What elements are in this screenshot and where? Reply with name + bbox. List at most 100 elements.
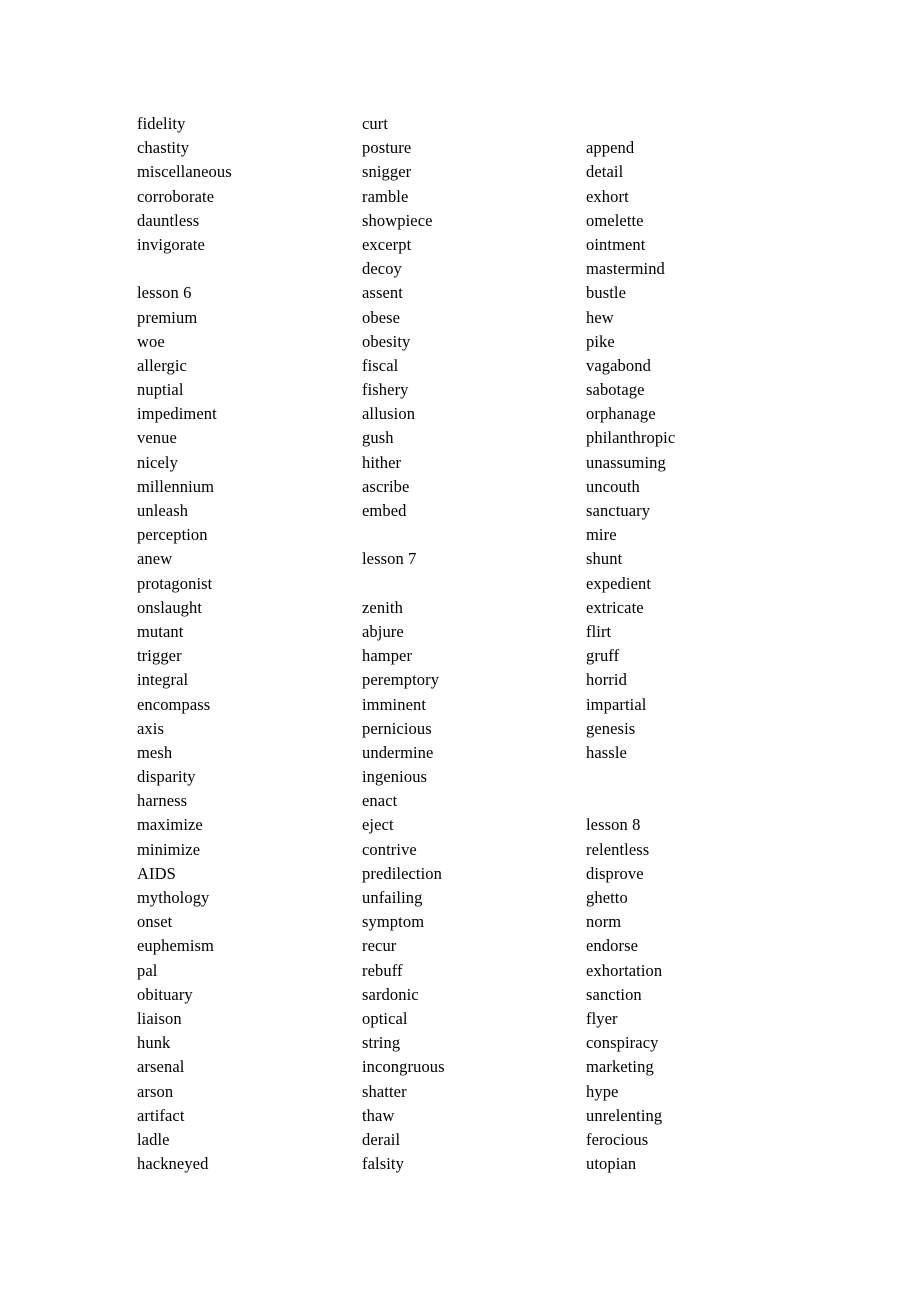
word-entry: arsenal [137, 1057, 185, 1077]
word-entry: obese [362, 307, 401, 327]
word-entry: zenith [362, 597, 403, 617]
word-entry: vagabond [586, 355, 651, 375]
word-entry: unrelenting [586, 1105, 663, 1125]
word-entry: assent [362, 283, 403, 303]
word-spacer [137, 257, 352, 281]
word-entry: incongruous [362, 1057, 445, 1077]
word-entry: unleash [137, 501, 189, 520]
word-column-3: append detail exhort omelette ointment master… [586, 112, 801, 1176]
word-entry: invigorate [137, 234, 205, 254]
word-entry: thaw [362, 1105, 395, 1125]
word-entry: hew [586, 307, 614, 327]
word-entry: abjure [362, 621, 404, 641]
word-entry: nicely [137, 452, 178, 472]
word-column-1: fidelity chastity miscellaneous corroborate… [137, 112, 352, 1176]
word-entry: eject [362, 815, 394, 835]
word-entry: disprove [586, 863, 644, 883]
word-entry: unassuming [586, 452, 666, 472]
word-entry: curt [362, 114, 389, 133]
word-entry: fidelity [137, 114, 186, 133]
word-entry: recur [362, 936, 397, 956]
word-entry: gush [362, 428, 394, 448]
word-entry: obituary [137, 984, 193, 1004]
word-entry: predilection [362, 863, 443, 883]
word-entry: genesis [586, 718, 636, 738]
word-entry: string [362, 1033, 401, 1053]
word-entry: chastity [137, 138, 190, 158]
word-entry: embed [362, 501, 407, 520]
word-entry: extricate [586, 597, 644, 617]
word-entry: expedient [586, 573, 652, 593]
word-entry: ghetto [586, 888, 628, 907]
word-entry: arson [137, 1081, 174, 1101]
word-entry: flirt [586, 621, 612, 641]
word-entry: millennium [137, 476, 215, 496]
word-entry: orphanage [586, 404, 656, 424]
word-entry: miscellaneous [137, 162, 232, 182]
word-entry: mesh [137, 742, 173, 762]
word-entry: rebuff [362, 960, 403, 980]
word-entry: unfailing [362, 888, 423, 907]
word-entry: lesson 7 [362, 549, 417, 569]
word-entry: AIDS [137, 863, 176, 883]
word-entry: integral [137, 670, 189, 690]
word-entry: anew [137, 549, 173, 569]
word-entry: lesson 6 [137, 283, 192, 303]
word-entry: ramble [362, 186, 409, 206]
word-entry: ingenious [362, 767, 428, 787]
word-entry: pernicious [362, 718, 432, 738]
word-entry: imminent [362, 694, 427, 714]
word-entry: optical [362, 1008, 408, 1028]
word-spacer [586, 112, 801, 136]
word-column-2: curt posture snigger ramble showpiece excerpt… [362, 112, 577, 1176]
word-entry: pal [137, 960, 158, 980]
word-entry: harness [137, 791, 188, 811]
word-entry: showpiece [362, 210, 433, 230]
word-entry: norm [586, 912, 622, 932]
word-entry: ferocious [586, 1129, 649, 1149]
word-entry: perception [137, 525, 208, 545]
word-entry: symptom [362, 912, 425, 932]
word-entry: allusion [362, 404, 416, 424]
word-entry: nuptial [137, 380, 184, 400]
word-entry: disparity [137, 767, 196, 787]
word-entry: hamper [362, 646, 413, 666]
word-entry: sardonic [362, 984, 419, 1004]
word-entry: axis [137, 718, 164, 738]
word-entry: pike [586, 331, 615, 351]
word-entry: shunt [586, 549, 623, 569]
word-entry: posture [362, 138, 412, 158]
word-entry: omelette [586, 210, 644, 230]
word-entry: onset [137, 912, 173, 932]
word-entry: decoy [362, 259, 402, 279]
word-entry: mythology [137, 888, 210, 907]
word-entry: peremptory [362, 670, 440, 690]
word-entry: excerpt [362, 234, 412, 254]
word-spacer [586, 789, 801, 813]
word-entry: fiscal [362, 355, 399, 375]
word-entry: impediment [137, 404, 217, 424]
word-entry: impartial [586, 694, 647, 714]
word-entry: ascribe [362, 476, 410, 496]
word-entry: venue [137, 428, 177, 448]
word-entry: corroborate [137, 186, 215, 206]
word-entry: protagonist [137, 573, 213, 593]
word-entry: enact [362, 791, 398, 811]
word-entry: premium [137, 307, 198, 327]
word-entry: utopian [586, 1154, 637, 1174]
word-entry: maximize [137, 815, 203, 835]
word-entry: snigger [362, 162, 412, 182]
word-entry: sanction [586, 984, 642, 1004]
word-entry: fishery [362, 380, 409, 400]
word-entry: marketing [586, 1057, 654, 1077]
word-entry: obesity [362, 331, 411, 351]
word-entry: philanthropic [586, 428, 676, 448]
word-spacer [362, 523, 577, 547]
word-entry: trigger [137, 646, 182, 666]
word-entry: uncouth [586, 476, 640, 496]
word-entry: falsity [362, 1154, 404, 1174]
word-entry: gruff [586, 646, 620, 666]
word-spacer [362, 572, 577, 596]
word-entry: hassle [586, 742, 627, 762]
word-entry: onslaught [137, 597, 203, 617]
